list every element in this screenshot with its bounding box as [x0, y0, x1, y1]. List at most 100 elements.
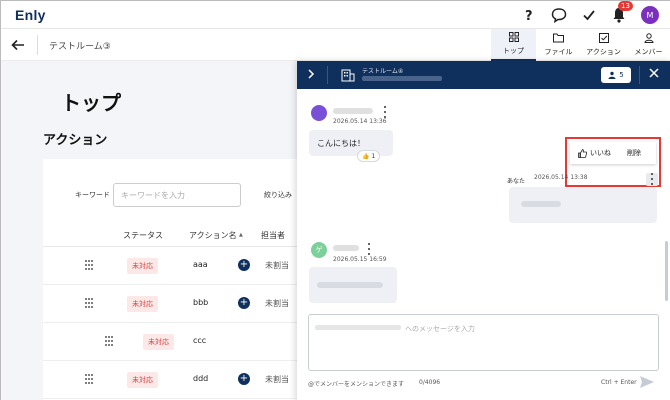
- action-name[interactable]: aaa: [193, 260, 208, 269]
- notification-badge: 13: [618, 1, 633, 11]
- like-label: いいね: [590, 149, 611, 157]
- folder-icon: [553, 33, 564, 45]
- kebab-icon: [650, 173, 654, 185]
- divider: [327, 66, 328, 84]
- back-arrow-icon[interactable]: [11, 37, 27, 53]
- collapse-chevron-icon[interactable]: [307, 68, 315, 83]
- char-count: 0/4096: [419, 379, 441, 386]
- status-badge[interactable]: 未対応: [143, 334, 174, 350]
- keyword-input[interactable]: キーワードを入力: [113, 183, 241, 207]
- like-button[interactable]: いいね: [578, 148, 611, 158]
- message-menu-button[interactable]: [646, 173, 658, 186]
- sender-name: あなた: [507, 178, 526, 185]
- message-placeholder: へのメッセージを入力: [405, 325, 475, 333]
- mention-hint: @でメンバーをメンションできます: [308, 381, 405, 388]
- keyword-label: キーワード: [75, 191, 110, 199]
- close-icon[interactable]: [649, 67, 659, 81]
- message-input[interactable]: [308, 314, 659, 371]
- action-name[interactable]: ddd: [193, 374, 208, 383]
- help-icon[interactable]: ?: [521, 7, 537, 23]
- thumbs-up-icon: [578, 148, 587, 158]
- app-logo[interactable]: Enly: [15, 7, 46, 23]
- divider: [639, 66, 640, 84]
- tab-top[interactable]: トップ: [491, 29, 536, 61]
- reaction-count: 1: [371, 152, 376, 160]
- message-menu-icon[interactable]: [367, 243, 371, 255]
- bell-icon[interactable]: 13: [611, 1, 633, 23]
- tab-label: アクション: [586, 48, 621, 56]
- header-status[interactable]: ステータス: [123, 230, 163, 241]
- chat-room-title: テストルーム④: [362, 68, 404, 75]
- send-icon[interactable]: [639, 374, 655, 390]
- sender-avatar[interactable]: ゲ: [311, 242, 327, 258]
- delete-button[interactable]: 削除: [627, 148, 641, 158]
- check-icon[interactable]: [581, 7, 597, 23]
- building-icon: [341, 67, 355, 82]
- app-bar: Enly ? 13 M: [1, 1, 670, 29]
- message-time: 2026.05.14 13:38: [534, 174, 588, 181]
- assignee-value: 未割当: [265, 261, 289, 270]
- chat-room-subtitle-redacted: [362, 76, 442, 81]
- scrollbar[interactable]: [665, 241, 668, 301]
- sender-name-redacted: [333, 245, 359, 251]
- header-action[interactable]: アクション名: [189, 230, 237, 241]
- tab-member[interactable]: メンバー: [626, 29, 670, 61]
- page-title: トップ: [61, 91, 121, 115]
- message-time: 2026.05.14 13:36: [333, 118, 387, 125]
- sender-name-redacted: [333, 108, 373, 114]
- add-assignee-button[interactable]: +: [238, 297, 250, 309]
- room-tabs: トップ ファイル アクション メンバー: [491, 29, 670, 61]
- status-badge[interactable]: 未対応: [127, 258, 158, 274]
- thumbs-up-icon: 👍: [362, 152, 370, 160]
- room-name: テストルーム③: [49, 42, 111, 52]
- drag-handle-icon[interactable]: [105, 336, 113, 346]
- tab-label: トップ: [503, 47, 524, 55]
- tab-label: ファイル: [544, 48, 573, 56]
- message-bubble[interactable]: [509, 187, 657, 223]
- send-shortcut: Ctrl + Enter: [601, 379, 637, 386]
- add-assignee-button[interactable]: +: [238, 259, 250, 271]
- message-text-redacted: [521, 201, 561, 207]
- drag-handle-icon[interactable]: [85, 260, 93, 270]
- assignee-value: 未割当: [265, 299, 289, 308]
- app-bar-icons: ? 13 M: [521, 1, 659, 25]
- chat-bubble-icon[interactable]: [551, 7, 567, 23]
- grid-icon: [508, 32, 519, 44]
- user-avatar[interactable]: M: [641, 6, 659, 24]
- chat-panel: テストルーム④ 5 2026.05.14 13:36 こんにちは！ 👍 1 いい…: [297, 61, 670, 400]
- action-name[interactable]: bbb: [193, 298, 208, 307]
- message-text-redacted: [317, 282, 383, 288]
- tab-action[interactable]: アクション: [581, 29, 626, 61]
- add-assignee-button[interactable]: +: [238, 373, 250, 385]
- status-badge[interactable]: 未対応: [127, 372, 158, 388]
- member-count-button[interactable]: 5: [601, 67, 631, 83]
- chat-header: テストルーム④ 5: [297, 61, 670, 89]
- person-icon: [643, 33, 654, 45]
- sort-asc-icon[interactable]: ▲: [239, 232, 243, 238]
- divider: [37, 35, 38, 55]
- section-title: アクション: [43, 133, 108, 148]
- message-menu-icon[interactable]: [383, 106, 387, 118]
- tab-label: メンバー: [634, 48, 663, 56]
- tab-file[interactable]: ファイル: [536, 29, 581, 61]
- assignee-value: 未割当: [265, 375, 289, 384]
- message-action-menu: いいね 削除: [570, 142, 656, 164]
- drag-handle-icon[interactable]: [85, 298, 93, 308]
- svg-text:?: ?: [525, 9, 533, 22]
- header-assignee[interactable]: 担当者: [261, 230, 285, 241]
- drag-handle-icon[interactable]: [85, 374, 93, 384]
- filter-label[interactable]: 絞り込み: [264, 190, 292, 200]
- sender-avatar[interactable]: [311, 105, 327, 121]
- like-reaction[interactable]: 👍 1: [357, 150, 381, 162]
- member-count: 5: [619, 71, 624, 79]
- input-room-name-redacted: [315, 325, 401, 330]
- message-bubble[interactable]: [309, 267, 397, 303]
- action-name[interactable]: ccc: [193, 336, 206, 345]
- message-bubble[interactable]: こんにちは！: [309, 130, 393, 156]
- checkbox-icon: [598, 33, 609, 45]
- room-bar: テストルーム③ トップ ファイル アクション メンバー: [1, 29, 670, 61]
- status-badge[interactable]: 未対応: [127, 296, 158, 312]
- message-time: 2026.05.15 16:59: [333, 256, 387, 263]
- message-text: こんにちは！: [317, 139, 365, 148]
- person-icon: [608, 71, 616, 79]
